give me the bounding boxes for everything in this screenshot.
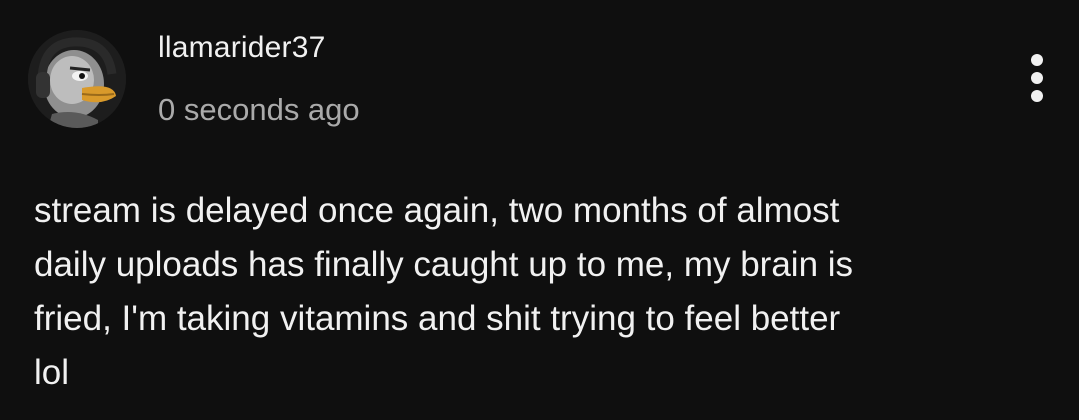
more-vertical-icon <box>1031 54 1043 66</box>
post-text: stream is delayed once again, two months… <box>34 191 854 392</box>
more-options-button[interactable] <box>1018 52 1056 104</box>
community-post: llamarider37 0 seconds ago stream is del… <box>0 0 1079 420</box>
post-timestamp: 0 seconds ago <box>158 92 360 127</box>
author-avatar[interactable] <box>28 30 126 128</box>
more-vertical-icon-dot <box>1031 90 1043 102</box>
author-name[interactable]: llamarider37 <box>158 28 325 68</box>
duck-avatar-icon <box>28 30 126 128</box>
more-vertical-icon-dot <box>1031 72 1043 84</box>
